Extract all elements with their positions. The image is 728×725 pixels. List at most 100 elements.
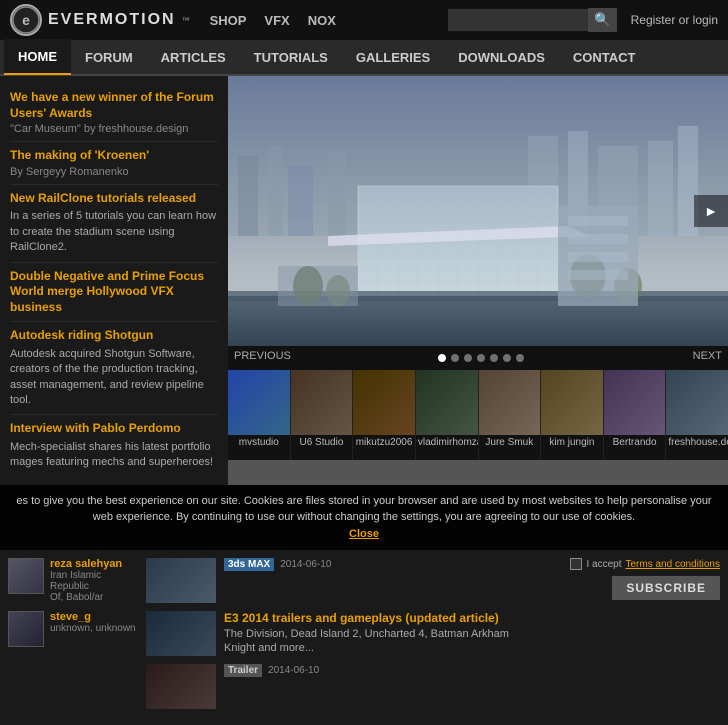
nav-downloads[interactable]: DOWNLOADS <box>444 39 559 75</box>
slide-dot-7[interactable] <box>516 354 524 362</box>
top-nav-shop[interactable]: SHOP <box>210 13 247 28</box>
user-detail-0a: Iran Islamic Republic <box>50 570 138 592</box>
article-tag-0: 3ds MAX <box>224 558 274 571</box>
sidebar-desc-2: In a series of 5 tutorials you can learn… <box>10 209 218 255</box>
terms-checkbox[interactable] <box>570 558 582 570</box>
top-nav-nox[interactable]: NOX <box>308 13 336 28</box>
top-nav-vfx[interactable]: VFX <box>264 13 289 28</box>
prev-label[interactable]: PREVIOUS <box>234 350 291 360</box>
thumbnail-5[interactable]: kim jungin <box>541 370 604 460</box>
sidebar-title-3[interactable]: Double Negative and Prime Focus World me… <box>10 269 218 316</box>
user-detail-0b: Of, Babol/ar <box>50 592 138 603</box>
slide-dot-3[interactable] <box>464 354 472 362</box>
sidebar-desc-4: Autodesk acquired Shotgun Software, crea… <box>10 347 218 409</box>
sidebar-item-5: Interview with Pablo Perdomo Mech-specia… <box>10 415 218 476</box>
thumb-label-6: Bertrando <box>604 435 666 451</box>
thumb-label-1: U6 Studio <box>291 435 353 451</box>
user-item-0: reza salehyan Iran Islamic Republic Of, … <box>8 558 138 603</box>
sidebar-title-1[interactable]: The making of 'Kroenen' <box>10 148 218 164</box>
search-bar: 🔍 <box>448 8 617 32</box>
hero-image: ► <box>228 76 728 346</box>
user-name-0[interactable]: reza salehyan <box>50 558 138 570</box>
next-slide-arrow[interactable]: ► <box>694 195 728 227</box>
sidebar-item-2: New RailClone tutorials released In a se… <box>10 185 218 263</box>
user-detail-1a: unknown, unknown <box>50 623 136 634</box>
sidebar-item-1: The making of 'Kroenen' By Sergeyy Roman… <box>10 142 218 185</box>
slide-dot-1[interactable] <box>438 354 446 362</box>
article-item-0: 3ds MAX 2014-06-10 <box>146 558 512 603</box>
slide-dot-2[interactable] <box>451 354 459 362</box>
thumb-label-5: kim jungin <box>541 435 603 451</box>
logo: e EVERMOTION™ <box>10 4 190 36</box>
thumbnail-2[interactable]: mikutzu2006 <box>353 370 416 460</box>
slide-dot-5[interactable] <box>490 354 498 362</box>
logo-name: EVERMOTION <box>48 11 176 29</box>
sidebar-subtitle-0: "Car Museum" by freshhouse.design <box>10 123 218 135</box>
thumbnail-4[interactable]: Jure Smuk <box>479 370 542 460</box>
terms-link[interactable]: Terms and conditions <box>626 559 721 570</box>
avatar-0 <box>8 558 44 594</box>
thumb-label-7: freshhouse.design <box>666 435 728 451</box>
thumb-label-3: vladimirhomza <box>416 435 478 451</box>
main-navigation: HOME FORUM ARTICLES TUTORIALS GALLERIES … <box>0 40 728 76</box>
nav-forum[interactable]: FORUM <box>71 39 147 75</box>
article-thumb-1 <box>146 611 216 656</box>
main-image-area: ► PREVIOUS NEXT mvstudio U6 Studio mik <box>228 76 728 485</box>
content-area: We have a new winner of the Forum Users'… <box>0 76 728 485</box>
slide-dots <box>433 354 524 362</box>
bottom-section: reza salehyan Iran Islamic Republic Of, … <box>0 550 728 725</box>
nav-tutorials[interactable]: TUTORIALS <box>240 39 342 75</box>
subscribe-check-label: I accept <box>586 559 621 570</box>
thumbnail-0[interactable]: mvstudio <box>228 370 291 460</box>
sidebar-title-0[interactable]: We have a new winner of the Forum Users'… <box>10 90 218 121</box>
search-button[interactable]: 🔍 <box>588 8 617 32</box>
thumbnail-7[interactable]: freshhouse.design <box>666 370 728 460</box>
nav-contact[interactable]: CONTACT <box>559 39 650 75</box>
cookie-banner: es to give you the best experience on ou… <box>0 485 728 551</box>
sidebar-item-3: Double Negative and Prime Focus World me… <box>10 263 218 323</box>
article-content-0: 3ds MAX 2014-06-10 <box>224 558 331 603</box>
nav-home[interactable]: HOME <box>4 39 71 75</box>
slide-dot-4[interactable] <box>477 354 485 362</box>
sidebar-title-5[interactable]: Interview with Pablo Perdomo <box>10 421 218 437</box>
article-tag-2: Trailer <box>224 664 262 677</box>
articles-list: 3ds MAX 2014-06-10 E3 2014 trailers and … <box>146 558 512 717</box>
article-desc-1: The Division, Dead Island 2, Uncharted 4… <box>224 627 512 656</box>
article-title-1[interactable]: E3 2014 trailers and gameplays (updated … <box>224 611 512 627</box>
article-item-2: Trailer 2014-06-10 <box>146 664 512 709</box>
subscribe-button[interactable]: SUBSCRIBE <box>612 576 720 600</box>
search-input[interactable] <box>448 9 588 31</box>
thumbnail-1[interactable]: U6 Studio <box>291 370 354 460</box>
sidebar-item-4: Autodesk riding Shotgun Autodesk acquire… <box>10 322 218 415</box>
users-list: reza salehyan Iran Islamic Republic Of, … <box>8 558 138 717</box>
sidebar-title-4[interactable]: Autodesk riding Shotgun <box>10 328 218 344</box>
subscribe-area: I accept Terms and conditions SUBSCRIBE <box>520 558 720 717</box>
nav-articles[interactable]: ARTICLES <box>147 39 240 75</box>
article-thumb-2 <box>146 664 216 709</box>
thumb-label-2: mikutzu2006 <box>353 435 415 451</box>
article-content-2: Trailer 2014-06-10 <box>224 664 319 709</box>
thumbnails-row: mvstudio U6 Studio mikutzu2006 vladimirh… <box>228 370 728 460</box>
thumbnail-6[interactable]: Bertrando <box>604 370 667 460</box>
article-item-1: E3 2014 trailers and gameplays (updated … <box>146 611 512 656</box>
thumbnail-3[interactable]: vladimirhomza <box>416 370 479 460</box>
cookie-close-button[interactable]: Close <box>349 528 379 540</box>
next-label[interactable]: NEXT <box>693 350 722 360</box>
top-navigation: SHOP VFX NOX <box>210 13 336 28</box>
user-name-1[interactable]: steve_g <box>50 611 136 623</box>
sidebar-title-2[interactable]: New RailClone tutorials released <box>10 191 218 207</box>
sidebar-item-0: We have a new winner of the Forum Users'… <box>10 84 218 142</box>
sidebar-subtitle-1: By Sergeyy Romanenko <box>10 166 218 178</box>
subscribe-check-area: I accept Terms and conditions <box>570 558 720 570</box>
sidebar: We have a new winner of the Forum Users'… <box>0 76 228 485</box>
slide-dot-6[interactable] <box>503 354 511 362</box>
avatar-1 <box>8 611 44 647</box>
top-bar: e EVERMOTION™ SHOP VFX NOX 🔍 Register or… <box>0 0 728 40</box>
article-thumb-0 <box>146 558 216 603</box>
logo-icon: e <box>10 4 42 36</box>
article-date-0: 2014-06-10 <box>280 559 331 570</box>
subscribe-row: I accept Terms and conditions <box>570 558 720 570</box>
register-login-link[interactable]: Register or login <box>631 13 718 27</box>
nav-galleries[interactable]: GALLERIES <box>342 39 444 75</box>
article-date-2: 2014-06-10 <box>268 665 319 676</box>
